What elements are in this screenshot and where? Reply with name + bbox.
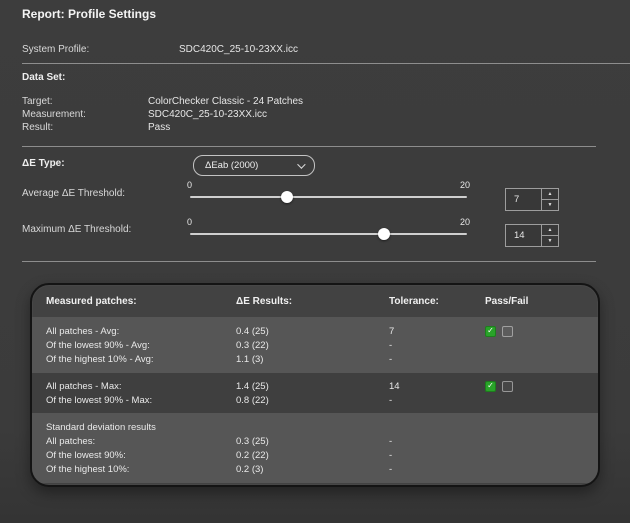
maximum-threshold-label: Maximum ΔE Threshold: — [22, 224, 131, 235]
system-profile-value: SDC420C_25-10-23XX.icc — [179, 44, 298, 55]
avg-results-group: All patches - Avg: 0.4 (25) 7 ✓ Of the l… — [32, 317, 598, 373]
target-label: Target: — [22, 96, 53, 107]
arrow-down-icon: ▼ — [548, 238, 553, 244]
row-label: Standard deviation results — [46, 422, 236, 433]
fail-checkbox-unchecked[interactable] — [502, 381, 513, 392]
header-measured-patches: Measured patches: — [46, 296, 236, 307]
row-result: 0.3 (22) — [236, 340, 389, 351]
slider-min-label: 0 — [187, 180, 192, 190]
results-panel: Measured patches: ΔE Results: Tolerance:… — [30, 283, 600, 487]
row-label: All patches - Max: — [46, 381, 236, 392]
row-label: Of the highest 10% - Avg: — [46, 354, 236, 365]
maximum-threshold-slider[interactable]: 0 20 — [190, 217, 467, 245]
row-label: All patches - Avg: — [46, 326, 236, 337]
table-row: All patches - Avg: 0.4 (25) 7 ✓ — [32, 324, 598, 338]
row-tolerance: 7 — [389, 326, 485, 337]
row-tolerance: - — [389, 464, 485, 475]
row-tolerance: 14 — [389, 381, 485, 392]
check-icon: ✓ — [487, 382, 494, 390]
measurement-label: Measurement: — [22, 109, 86, 120]
table-row: Of the highest 10% - Avg: 1.1 (3) - — [32, 352, 598, 366]
header-pass-fail: Pass/Fail — [485, 296, 598, 307]
delta-e-type-selected-value: ΔEab (2000) — [205, 160, 258, 171]
divider — [22, 146, 596, 147]
max-results-group: All patches - Max: 1.4 (25) 14 ✓ Of the … — [32, 373, 598, 413]
table-row: All patches: 0.3 (25) - — [32, 434, 598, 448]
pass-checkbox-checked[interactable]: ✓ — [485, 326, 496, 337]
row-tolerance: - — [389, 354, 485, 365]
system-profile-label: System Profile: — [22, 44, 89, 55]
data-set-heading: Data Set: — [22, 72, 65, 83]
divider — [22, 63, 630, 64]
slider-max-label: 20 — [460, 217, 470, 227]
row-label: Of the lowest 90%: — [46, 450, 236, 461]
spinner-buttons: ▲ ▼ — [541, 225, 558, 246]
divider — [22, 261, 596, 262]
result-value: Pass — [148, 122, 170, 133]
table-row: Of the lowest 90% - Max: 0.8 (22) - — [32, 393, 598, 407]
table-row: Of the lowest 90% - Avg: 0.3 (22) - — [32, 338, 598, 352]
row-result: 0.2 (22) — [236, 450, 389, 461]
maximum-threshold-spinner: 14 ▲ ▼ — [505, 224, 559, 247]
row-result: 0.4 (25) — [236, 326, 389, 337]
row-tolerance: - — [389, 436, 485, 447]
row-result: 1.4 (25) — [236, 381, 389, 392]
slider-handle[interactable] — [378, 228, 390, 240]
arrow-down-icon: ▼ — [548, 202, 553, 208]
report-profile-settings-window: Report: Profile Settings System Profile:… — [0, 0, 630, 523]
pass-checkbox-checked[interactable]: ✓ — [485, 381, 496, 392]
row-tolerance: - — [389, 340, 485, 351]
result-label: Result: — [22, 122, 53, 133]
page-title: Report: Profile Settings — [22, 7, 156, 21]
row-tolerance: - — [389, 450, 485, 461]
delta-e-type-dropdown[interactable]: ΔEab (2000) — [193, 155, 315, 176]
slider-track[interactable] — [190, 233, 467, 235]
average-threshold-spinner: 7 ▲ ▼ — [505, 188, 559, 211]
table-row: Of the highest 10%: 0.2 (3) - — [32, 462, 598, 476]
row-result: 0.3 (25) — [236, 436, 389, 447]
measurement-value: SDC420C_25-10-23XX.icc — [148, 109, 267, 120]
fail-checkbox-unchecked[interactable] — [502, 326, 513, 337]
arrow-up-icon: ▲ — [548, 191, 553, 197]
table-row: Standard deviation results — [32, 420, 598, 434]
maximum-threshold-input[interactable]: 14 — [506, 225, 541, 246]
row-tolerance: - — [389, 395, 485, 406]
slider-max-label: 20 — [460, 180, 470, 190]
row-label: All patches: — [46, 436, 236, 447]
slider-track[interactable] — [190, 196, 467, 198]
row-result: 0.8 (22) — [236, 395, 389, 406]
spinner-buttons: ▲ ▼ — [541, 189, 558, 210]
spinner-up-button[interactable]: ▲ — [542, 225, 558, 236]
table-row: All patches - Max: 1.4 (25) 14 ✓ — [32, 379, 598, 393]
check-icon: ✓ — [487, 327, 494, 335]
average-threshold-label: Average ΔE Threshold: — [22, 188, 125, 199]
std-deviation-group: Standard deviation results All patches: … — [32, 413, 598, 483]
arrow-up-icon: ▲ — [548, 227, 553, 233]
chevron-down-icon — [297, 160, 305, 168]
results-table-header: Measured patches: ΔE Results: Tolerance:… — [32, 285, 598, 317]
slider-min-label: 0 — [187, 217, 192, 227]
spinner-down-button[interactable]: ▼ — [542, 236, 558, 246]
target-value: ColorChecker Classic - 24 Patches — [148, 96, 303, 107]
row-result: 0.2 (3) — [236, 464, 389, 475]
row-label: Of the lowest 90% - Avg: — [46, 340, 236, 351]
table-row: Of the lowest 90%: 0.2 (22) - — [32, 448, 598, 462]
average-threshold-input[interactable]: 7 — [506, 189, 541, 210]
row-result: 1.1 (3) — [236, 354, 389, 365]
header-tolerance: Tolerance: — [389, 296, 485, 307]
row-label: Of the lowest 90% - Max: — [46, 395, 236, 406]
spinner-down-button[interactable]: ▼ — [542, 200, 558, 210]
slider-handle[interactable] — [281, 191, 293, 203]
delta-e-type-label: ΔE Type: — [22, 158, 65, 169]
spinner-up-button[interactable]: ▲ — [542, 189, 558, 200]
header-delta-e-results: ΔE Results: — [236, 296, 389, 307]
average-threshold-slider[interactable]: 0 20 — [190, 180, 467, 208]
row-label: Of the highest 10%: — [46, 464, 236, 475]
